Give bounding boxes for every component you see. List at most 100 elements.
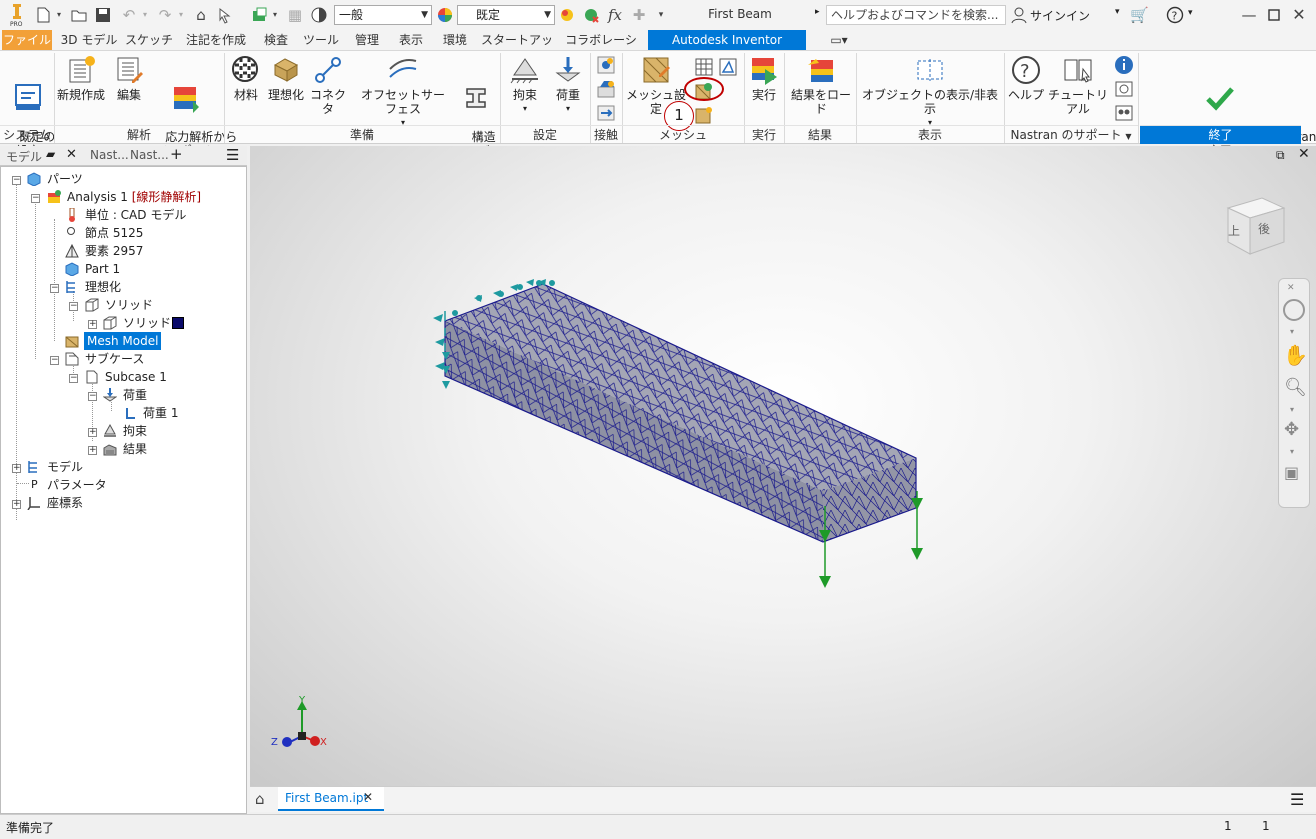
tree-node-results[interactable]: 結果 [123,440,147,458]
browser-tab-model[interactable]: モデル [6,148,42,165]
run-button[interactable]: 実行 [746,55,782,102]
plus-icon[interactable]: ✚ [630,6,648,24]
browser-tab-nastran-2[interactable]: Nast... [130,148,169,162]
tree-node-elements[interactable]: 要素 2957 [85,242,143,260]
undo-icon[interactable]: ↶ [120,6,138,24]
nastran-tab-icon[interactable]: ▰ [46,147,62,163]
expand-toggle[interactable]: + [12,500,21,509]
expand-toggle[interactable]: + [12,464,21,473]
update-dropdown-icon[interactable]: ▾ [270,6,280,24]
offset-surface-button[interactable]: オフセットサーフェス ▾ [356,55,450,130]
edit-analysis-button[interactable]: 編集 [110,55,148,102]
tab-tools[interactable]: ツール [300,30,342,50]
minimize-icon[interactable]: — [1240,6,1258,24]
home-icon[interactable]: ⌂ [192,6,210,24]
collapse-toggle[interactable]: − [50,284,59,293]
mesh-refine-icon[interactable] [694,105,714,125]
steering-wheel-icon[interactable] [1283,299,1305,321]
tab-3d-model[interactable]: 3D モデル [58,30,120,50]
add-tab-icon[interactable]: + [170,145,183,163]
idealize-button[interactable]: 理想化 [266,55,306,102]
chevron-down-icon[interactable]: ▾ [1290,327,1294,336]
tab-inspect[interactable]: 検査 [258,30,294,50]
document-tab[interactable]: First Beam.ipt ✕ [278,787,384,811]
tree-node-solid[interactable]: ソリッド [105,296,153,314]
pan-icon[interactable]: ✋ [1283,343,1308,367]
tree-node-analysis[interactable]: Analysis 1 [線形静解析] [67,188,201,206]
navbar-close-icon[interactable]: ✕ [1287,283,1295,293]
style-combo[interactable]: 一般 ▼ [334,5,432,25]
tab-manage[interactable]: 管理 [348,30,386,50]
signin-dropdown-icon[interactable]: ▾ [1115,7,1120,17]
new-dropdown-icon[interactable]: ▾ [54,6,64,24]
help-dropdown-icon[interactable]: ▾ [1188,8,1193,18]
home-icon[interactable]: ⌂ [255,790,265,808]
help-icon[interactable]: ? [1166,6,1184,24]
tree-node-load1[interactable]: 荷重 1 [143,404,178,422]
expand-toggle[interactable]: + [88,320,97,329]
tab-nastran[interactable]: Autodesk Inventor Nastran [648,30,806,67]
adjust-icon[interactable] [558,6,576,24]
close-tab-icon[interactable]: ✕ [66,147,77,162]
tab-view[interactable]: 表示 [392,30,430,50]
chevron-down-icon[interactable]: ▾ [1290,405,1294,414]
auto-contact-icon[interactable] [596,55,616,75]
panel-options-icon[interactable]: ▭▾ [824,30,854,50]
maximize-icon[interactable] [1265,6,1283,24]
browser-tab-nastran-1[interactable]: Nast... [90,148,129,162]
tree-node-idealize[interactable]: 理想化 [85,278,121,296]
signin-link[interactable]: サインイン [1030,7,1090,24]
info-icon[interactable] [1114,55,1134,75]
hamburger-menu-icon[interactable]: ☰ [226,146,239,164]
load-button[interactable]: 荷重 ▾ [548,55,588,116]
expand-toggle[interactable]: + [88,428,97,437]
constraint-button[interactable]: 拘束 ▾ [506,55,544,116]
help-search-input[interactable]: ヘルプおよびコマンドを検索... [826,5,1006,25]
close-icon[interactable]: ✕ [1290,6,1308,24]
manual-contact-icon[interactable] [596,79,616,99]
update-icon[interactable] [250,6,268,24]
open-icon[interactable] [70,6,88,24]
tree-node-model[interactable]: モデル [47,458,83,476]
help-button[interactable]: ? ヘルプ [1008,55,1044,102]
tree-node-mesh-model[interactable]: Mesh Model [84,332,162,350]
tree-node-parts[interactable]: パーツ [47,170,83,188]
document-menu-icon[interactable]: ☰ [1290,790,1304,809]
panel-label-support[interactable]: Nastran のサポート ▼ [1004,125,1138,144]
material-button[interactable]: 材料 [228,55,264,102]
tab-environments[interactable]: 環境 [436,30,474,50]
inventor-pro-logo[interactable]: PRO [8,3,26,28]
screencast-icon[interactable] [1114,79,1134,99]
chevron-down-icon[interactable]: ▾ [1290,447,1294,456]
collapse-toggle[interactable]: − [69,374,78,383]
save-icon[interactable] [94,6,112,24]
redo-dropdown-icon[interactable]: ▾ [176,6,186,24]
tree-node-constraints[interactable]: 拘束 [123,422,147,440]
tab-sketch[interactable]: スケッチ [124,30,174,50]
graphics-viewport[interactable]: ⧉ ✕ 上 後 ✕ ▾ ✋ 🔍︎ ▾ ✥ ▾ ▣ Y X Z [250,146,1316,786]
new-analysis-button[interactable]: 新規作成 [56,55,106,102]
measure-icon[interactable]: ▦ [286,6,304,24]
tree-node-units[interactable]: 単位 : CAD モデル [85,206,186,224]
tree-node-subcase1[interactable]: Subcase 1 [105,368,167,386]
appearance-icon[interactable] [310,6,328,24]
connector-button[interactable]: コネクタ [308,55,348,116]
material-combo[interactable]: 既定 ▼ [457,5,555,25]
redo-icon[interactable]: ↷ [156,6,174,24]
collapse-toggle[interactable]: − [31,194,40,203]
tree-node-coordinate-systems[interactable]: 座標系 [47,494,83,512]
clear-appearance-icon[interactable] [582,6,600,24]
mesh-table-icon[interactable] [694,57,714,77]
look-at-icon[interactable]: ▣ [1284,463,1299,482]
undo-dropdown-icon[interactable]: ▾ [140,6,150,24]
tab-collaborate[interactable]: コラボレーション [560,30,642,67]
tree-node-subcases[interactable]: サブケース [85,350,144,368]
collapse-toggle[interactable]: − [50,356,59,365]
select-tool-icon[interactable] [216,6,234,24]
collapse-toggle[interactable]: − [12,176,21,185]
close-document-icon[interactable]: ✕ [363,790,373,804]
collapse-toggle[interactable]: − [88,392,97,401]
expand-toggle[interactable]: + [88,446,97,455]
show-hide-button[interactable]: オブジェクトの表示/非表示 ▾ [860,55,1000,130]
tree-node-nodes[interactable]: 節点 5125 [85,224,143,242]
